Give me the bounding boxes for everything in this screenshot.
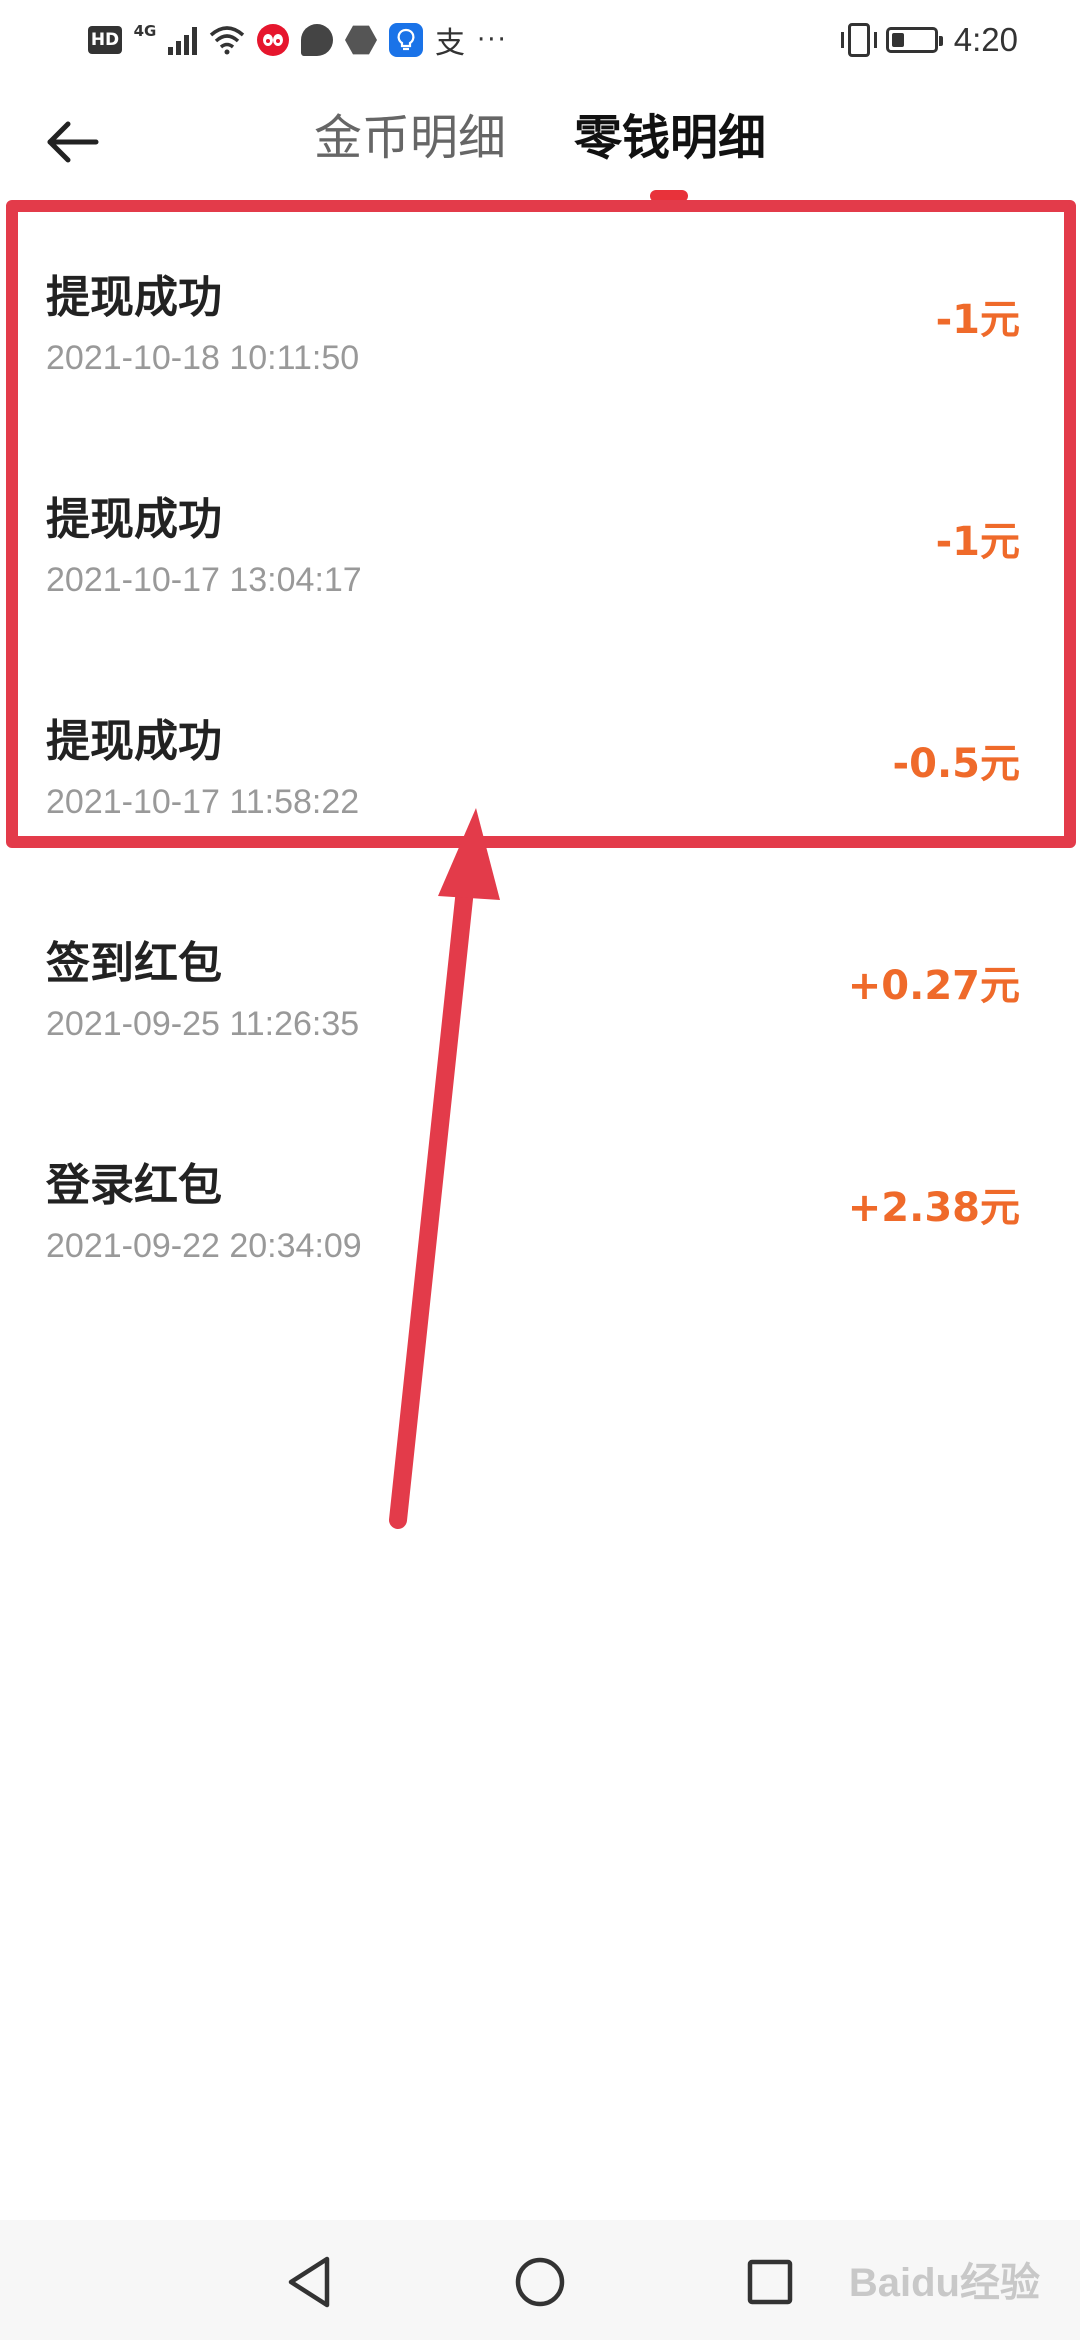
battery-icon (885, 27, 943, 53)
active-tab-indicator (650, 190, 688, 202)
transaction-time: 2021-10-17 11:58:22 (46, 783, 360, 821)
transaction-time: 2021-10-18 10:11:50 (46, 339, 360, 377)
vibrate-icon (840, 23, 877, 57)
transaction-time: 2021-09-25 11:26:35 (46, 1005, 360, 1043)
transaction-amount: +0.27元 (847, 963, 1020, 1009)
page: HD 4G 支 ··· 4:20 金币明细 零钱明细 提现成功 2021-10-… (0, 0, 1080, 2340)
nav-recents-button[interactable] (730, 2242, 810, 2322)
transaction-title: 提现成功 (46, 272, 222, 323)
list-item[interactable]: 登录红包 2021-09-22 20:34:09 +2.38元 (0, 1110, 1080, 1332)
transaction-time: 2021-09-22 20:34:09 (46, 1227, 362, 1265)
transaction-amount: +2.38元 (847, 1185, 1020, 1231)
square-recents-icon (747, 2259, 793, 2305)
tab-change-details[interactable]: 零钱明细 (574, 108, 766, 168)
network-type-icon: 4G (133, 22, 157, 40)
transaction-amount: -1元 (935, 519, 1020, 565)
triangle-back-icon (288, 2256, 330, 2308)
arrow-left-icon (47, 121, 99, 163)
wifi-icon (209, 22, 245, 58)
transaction-title: 提现成功 (46, 716, 222, 767)
transaction-title: 登录红包 (46, 1160, 222, 1211)
transaction-list: 提现成功 2021-10-18 10:11:50 -1元 提现成功 2021-1… (0, 222, 1080, 1332)
transaction-title: 提现成功 (46, 494, 222, 545)
transaction-amount: -1元 (935, 297, 1020, 343)
circle-home-icon (515, 2257, 565, 2307)
alipay-icon: 支 (435, 26, 465, 61)
list-item[interactable]: 签到红包 2021-09-25 11:26:35 +0.27元 (0, 888, 1080, 1110)
transaction-time: 2021-10-17 13:04:17 (46, 561, 362, 599)
list-item[interactable]: 提现成功 2021-10-17 11:58:22 -0.5元 (0, 666, 1080, 888)
battery-level (891, 33, 904, 47)
tab-coin-details[interactable]: 金币明细 (314, 108, 506, 168)
hd-icon: HD (88, 26, 122, 54)
bulb-icon (389, 23, 423, 57)
watermark: Baidu经验 (848, 2261, 1040, 2305)
list-item[interactable]: 提现成功 2021-10-17 13:04:17 -1元 (0, 444, 1080, 666)
list-item[interactable]: 提现成功 2021-10-18 10:11:50 -1元 (0, 222, 1080, 444)
status-bar: HD 4G 支 ··· 4:20 (0, 0, 1080, 80)
transaction-amount: -0.5元 (892, 741, 1020, 787)
clock: 4:20 (953, 21, 1018, 58)
system-nav-bar: Baidu经验 (0, 2220, 1080, 2340)
hand-icon (345, 25, 377, 55)
status-icons-right: 4:20 (840, 18, 1018, 62)
weibo-icon (257, 24, 289, 56)
back-button[interactable] (30, 100, 114, 184)
message-icon (301, 24, 333, 56)
transaction-title: 签到红包 (46, 938, 222, 989)
header: 金币明细 零钱明细 (0, 80, 1080, 210)
signal-icon (168, 25, 197, 55)
nav-home-button[interactable] (500, 2242, 580, 2322)
more-notifications-icon: ··· (477, 25, 508, 55)
nav-back-button[interactable] (270, 2242, 350, 2322)
status-icons-left: HD 4G 支 ··· (88, 18, 508, 62)
